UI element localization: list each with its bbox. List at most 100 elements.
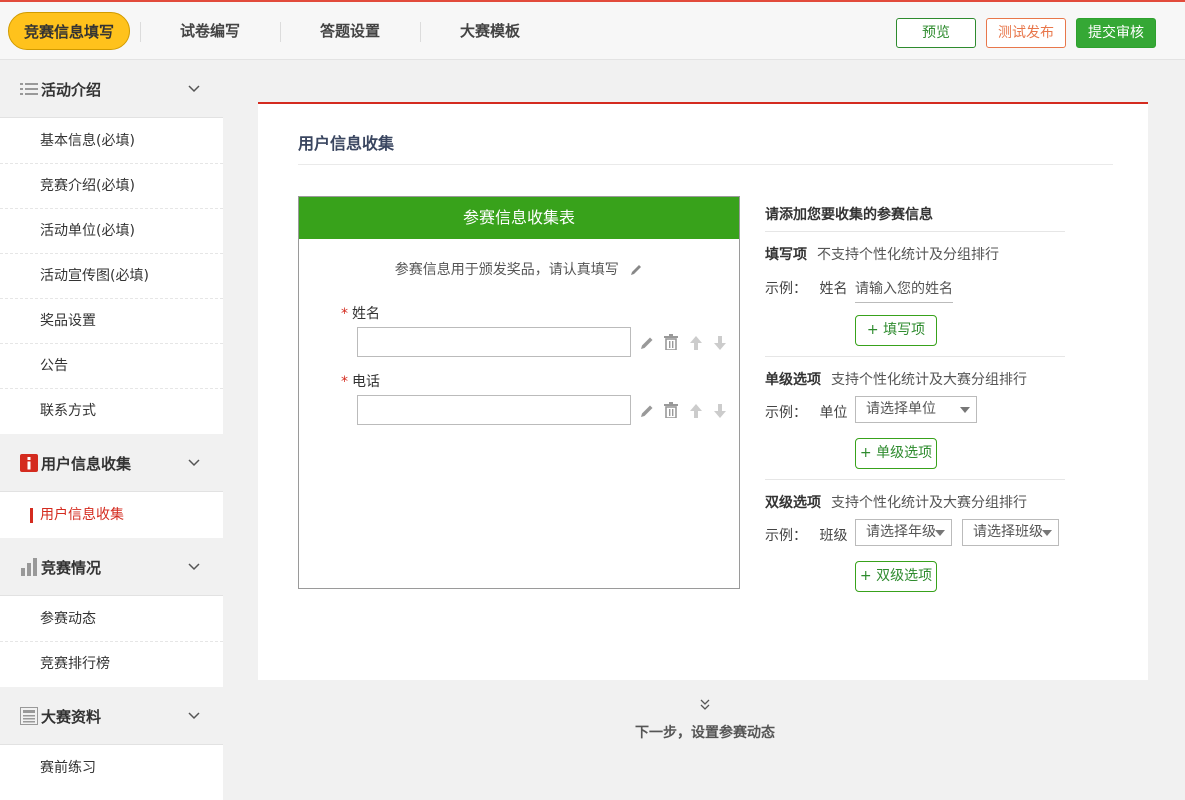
divider [765, 356, 1065, 357]
example-input: 请输入您的姓名 [855, 278, 953, 303]
test-publish-button[interactable]: 测试发布 [986, 18, 1066, 48]
grade-select[interactable]: 请选择年级 [855, 519, 952, 546]
dropdown-caret-icon [935, 530, 945, 536]
chevron-down-icon [188, 712, 200, 720]
example-field: 单位 [819, 405, 848, 421]
dropdown-caret-icon [960, 407, 970, 413]
name-input[interactable] [357, 327, 631, 357]
preview-button[interactable]: 预览 [896, 18, 976, 48]
double-option-name: 双级选项 [765, 495, 821, 511]
active-indicator [30, 508, 33, 523]
chevron-down-icon [188, 85, 200, 93]
sidebar-group-contest-materials[interactable]: 大赛资料 [0, 687, 223, 745]
next-step-link[interactable]: 下一步，设置参赛动态 [600, 698, 810, 742]
next-step-label: 下一步，设置参赛动态 [635, 725, 775, 741]
edit-pencil-icon[interactable] [629, 263, 643, 277]
sidebar-group-competition-status[interactable]: 竞赛情况 [0, 538, 223, 596]
move-down-arrow-icon[interactable] [712, 335, 728, 351]
select-value: 请选择班级 [973, 524, 1043, 540]
phone-input[interactable] [357, 395, 631, 425]
double-option-example: 示例： 班级 [765, 525, 847, 545]
select-value: 请选择年级 [866, 524, 936, 540]
sidebar-group-user-info[interactable]: 用户信息收集 [0, 434, 223, 492]
example-field: 班级 [819, 528, 848, 544]
unit-select[interactable]: 请选择单位 [855, 396, 977, 423]
tab-competition-info[interactable]: 竞赛信息填写 [8, 12, 130, 50]
sidebar-group-activity-intro[interactable]: 活动介绍 [0, 60, 223, 118]
move-up-arrow-icon[interactable] [688, 335, 704, 351]
double-chevron-down-icon [700, 699, 710, 710]
dropdown-caret-icon [1042, 530, 1052, 536]
list-icon [20, 83, 38, 95]
sidebar-item-leaderboard[interactable]: 竞赛排行榜 [0, 642, 223, 687]
sidebar-group-label: 大赛资料 [41, 708, 102, 726]
sidebar-item-user-info-collection[interactable]: 用户信息收集 [0, 493, 223, 538]
sidebar-group-label: 竞赛情况 [41, 559, 102, 577]
chevron-down-icon [188, 459, 200, 467]
sidebar-group-label: 活动介绍 [41, 81, 102, 99]
class-select[interactable]: 请选择班级 [962, 519, 1059, 546]
sidebar-item-basic-info[interactable]: 基本信息(必填) [0, 119, 223, 164]
page-title: 用户信息收集 [298, 134, 395, 153]
trash-icon[interactable] [663, 402, 679, 418]
single-option-desc: 支持个性化统计及大赛分组排行 [831, 372, 1027, 388]
fill-item-desc: 不支持个性化统计及分组排行 [817, 247, 999, 263]
example-label: 示例： [765, 281, 807, 297]
edit-pencil-icon[interactable] [639, 335, 655, 351]
sidebar-item-participation-updates[interactable]: 参赛动态 [0, 597, 223, 642]
single-option-example: 示例： 单位 [765, 402, 847, 422]
field-label-phone: * 电话 [341, 371, 380, 391]
field-label-text: 姓名 [352, 306, 380, 322]
example-label: 示例： [765, 528, 807, 544]
select-value: 请选择单位 [866, 401, 936, 417]
tab-exam-writing[interactable]: 试卷编写 [150, 12, 270, 50]
main-card: 用户信息收集 参赛信息收集表 参赛信息用于颁发奖品，请认真填写 * 姓名 * 电话 … [258, 102, 1148, 680]
bar-chart-icon [21, 558, 37, 576]
panel-title: 请添加您要收集的参赛信息 [765, 207, 933, 223]
sidebar-item-announcement[interactable]: 公告 [0, 344, 223, 389]
example-label: 示例： [765, 405, 807, 421]
tab-divider [140, 22, 141, 42]
divider [765, 231, 1065, 232]
sidebar: 活动介绍 基本信息(必填) 竞赛介绍(必填) 活动单位(必填) 活动宣传图(必填… [0, 60, 223, 800]
example-field: 姓名 [819, 281, 848, 297]
edit-pencil-icon[interactable] [639, 403, 655, 419]
sidebar-item-organizers[interactable]: 活动单位(必填) [0, 209, 223, 254]
info-icon [20, 454, 38, 472]
double-option-desc: 支持个性化统计及大赛分组排行 [831, 495, 1027, 511]
trash-icon[interactable] [663, 334, 679, 350]
sidebar-item-competition-intro[interactable]: 竞赛介绍(必填) [0, 164, 223, 209]
field-label-name: * 姓名 [341, 303, 380, 323]
submit-review-button[interactable]: 提交审核 [1076, 18, 1156, 48]
chevron-down-icon [188, 563, 200, 571]
move-down-arrow-icon[interactable] [712, 403, 728, 419]
fill-item-description: 填写项 不支持个性化统计及分组排行 [765, 244, 999, 264]
single-option-name: 单级选项 [765, 372, 821, 388]
single-option-description: 单级选项 支持个性化统计及大赛分组排行 [765, 369, 1027, 389]
required-marker: * [341, 306, 348, 322]
sidebar-item-prizes[interactable]: 奖品设置 [0, 299, 223, 344]
sidebar-item-promo-image[interactable]: 活动宣传图(必填) [0, 254, 223, 299]
sidebar-item-practice[interactable]: 赛前练习 [0, 746, 223, 791]
form-description: 参赛信息用于颁发奖品，请认真填写 [299, 259, 739, 279]
double-option-description: 双级选项 支持个性化统计及大赛分组排行 [765, 492, 1027, 512]
move-up-arrow-icon[interactable] [688, 403, 704, 419]
fill-item-example: 示例： 姓名 [765, 278, 847, 298]
tab-answer-settings[interactable]: 答题设置 [290, 12, 410, 50]
document-icon [20, 707, 38, 725]
tab-divider [280, 22, 281, 42]
tab-divider [420, 22, 421, 42]
field-label-text: 电话 [352, 374, 380, 390]
add-double-option-button[interactable]: + 双级选项 [855, 561, 937, 592]
sidebar-group-label: 用户信息收集 [41, 455, 132, 473]
tab-contest-template[interactable]: 大赛模板 [430, 12, 550, 50]
fill-item-name: 填写项 [765, 247, 807, 263]
required-marker: * [341, 374, 348, 390]
sidebar-item-contact[interactable]: 联系方式 [0, 389, 223, 434]
sidebar-item-label: 用户信息收集 [40, 507, 124, 523]
add-single-option-button[interactable]: + 单级选项 [855, 438, 937, 469]
form-description-text: 参赛信息用于颁发奖品，请认真填写 [394, 262, 619, 278]
add-fill-item-button[interactable]: + 填写项 [855, 315, 937, 346]
divider [298, 164, 1113, 165]
divider [765, 479, 1065, 480]
